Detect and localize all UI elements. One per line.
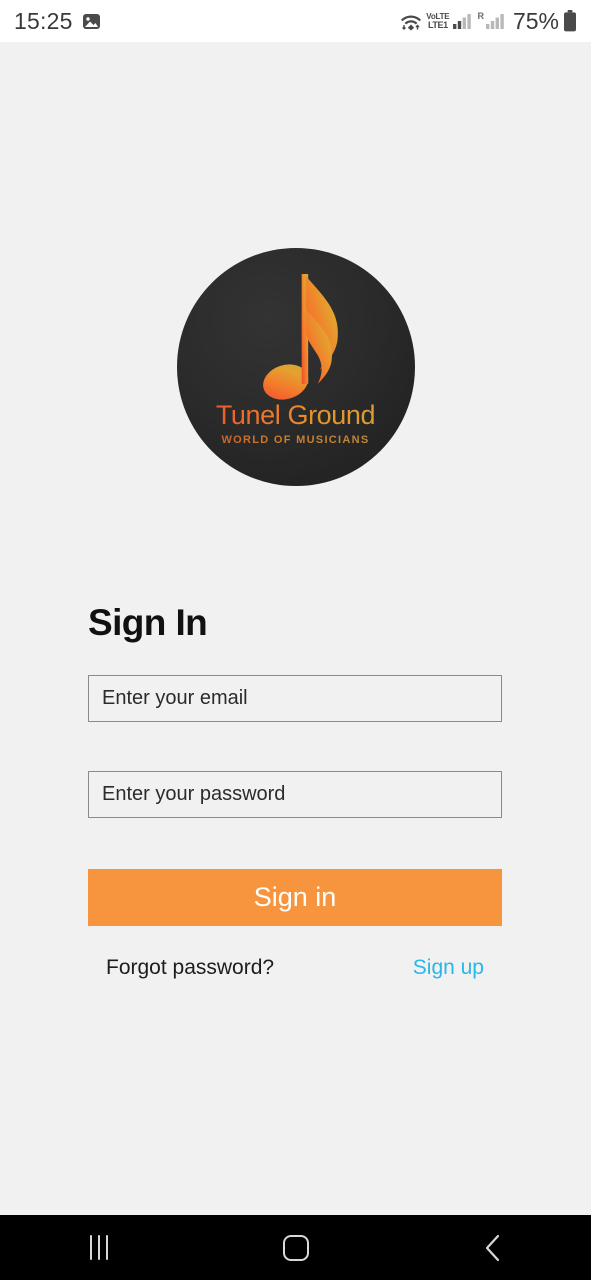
signal-bars-roaming-icon xyxy=(485,13,506,29)
logo-circle: Tunel Ground WORLD OF MUSICIANS xyxy=(176,248,415,486)
image-notification-icon xyxy=(82,12,101,31)
battery-percent: 75% xyxy=(512,7,559,34)
music-note-icon xyxy=(255,266,351,411)
android-nav-bar xyxy=(0,1215,591,1280)
signal-bars-icon xyxy=(453,13,473,29)
app-logo: Tunel Ground WORLD OF MUSICIANS xyxy=(0,248,591,486)
home-button[interactable] xyxy=(256,1222,336,1274)
password-input[interactable] xyxy=(88,771,502,818)
roaming-label: R xyxy=(477,11,484,21)
page-title: Sign In xyxy=(88,602,208,643)
lte-label: LTE1 xyxy=(428,19,448,30)
status-bar-left: 15:25 xyxy=(14,8,101,35)
volte-indicator: VoLTE LTE1 xyxy=(426,12,449,30)
back-icon xyxy=(483,1233,503,1263)
form-links: Forgot password? Sign up xyxy=(88,956,502,980)
status-time: 15:25 xyxy=(14,7,73,34)
recents-icon xyxy=(89,1235,108,1260)
status-bar: 15:25 VoLTE LTE1 R 75% xyxy=(0,0,591,42)
forgot-password-link[interactable]: Forgot password? xyxy=(106,956,274,980)
sign-up-link[interactable]: Sign up xyxy=(413,956,484,980)
wifi-data-icon xyxy=(400,11,422,31)
battery-icon xyxy=(563,10,577,32)
logo-subtitle: WORLD OF MUSICIANS xyxy=(177,434,415,446)
back-button[interactable] xyxy=(453,1222,533,1274)
email-input[interactable] xyxy=(88,675,502,722)
sign-in-button[interactable]: Sign in xyxy=(88,869,502,926)
phone-screen: 15:25 VoLTE LTE1 R 75% Tunel Ground WORL… xyxy=(0,0,591,1280)
status-bar-right: VoLTE LTE1 R 75% xyxy=(400,8,577,35)
sign-in-form: Sign In Sign in Forgot password? Sign up xyxy=(88,602,502,979)
logo-title: Tunel Ground xyxy=(177,400,415,431)
home-icon xyxy=(282,1234,309,1261)
recents-button[interactable] xyxy=(59,1222,139,1274)
